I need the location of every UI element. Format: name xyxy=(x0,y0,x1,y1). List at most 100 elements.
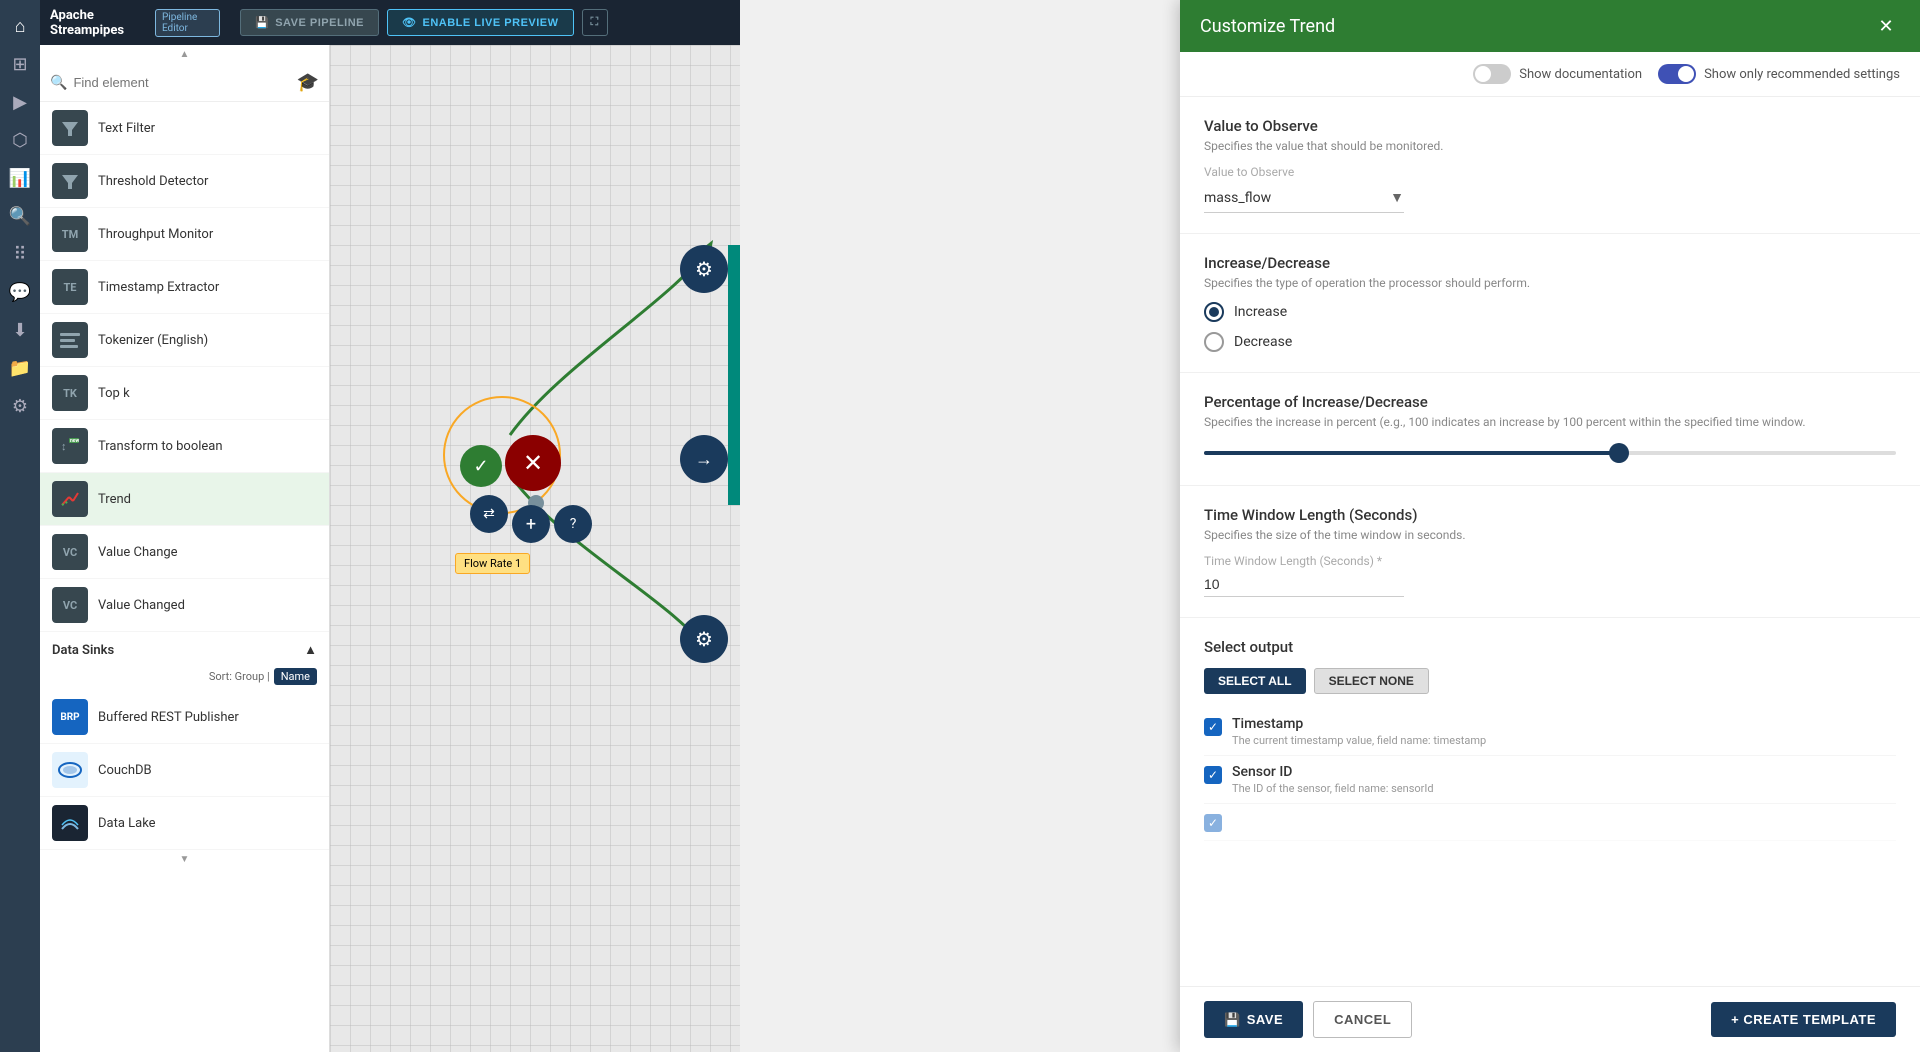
increase-decrease-section: Increase/Decrease Specifies the type of … xyxy=(1180,234,1920,373)
close-button[interactable]: ✕ xyxy=(1872,12,1900,40)
list-item[interactable]: TK Top k xyxy=(40,367,329,420)
radio-increase[interactable]: Increase xyxy=(1204,302,1896,322)
chevron-down-icon: ▼ xyxy=(1390,189,1404,206)
sidebar-icon-settings[interactable]: ⚙ xyxy=(2,388,38,424)
select-none-button[interactable]: SELECT NONE xyxy=(1314,668,1429,694)
sidebar-icon-folder[interactable]: 📁 xyxy=(2,350,38,386)
logo-area: Apache Streampipes Pipeline Editor xyxy=(40,0,230,45)
arrow-node-mid[interactable]: → xyxy=(680,435,728,483)
gear-node-bottom[interactable]: ⚙ xyxy=(680,615,728,663)
buffered-rest-label: Buffered REST Publisher xyxy=(98,710,239,725)
time-window-title: Time Window Length (Seconds) xyxy=(1204,506,1896,524)
output-item-partial: ✓ xyxy=(1204,804,1896,841)
data-lake-label: Data Lake xyxy=(98,816,156,831)
gear-node-top[interactable]: ⚙ xyxy=(680,245,728,293)
collapse-icon[interactable]: ▲ xyxy=(304,642,317,658)
sidebar-icon-message[interactable]: 💬 xyxy=(2,274,38,310)
partial-checkbox[interactable]: ✓ xyxy=(1204,814,1222,832)
svg-text:new: new xyxy=(70,438,80,444)
output-item-timestamp: ✓ Timestamp The current timestamp value,… xyxy=(1204,708,1896,756)
list-item[interactable]: TE Timestamp Extractor xyxy=(40,261,329,314)
sensorid-desc: The ID of the sensor, field name: sensor… xyxy=(1232,782,1896,795)
text-filter-icon xyxy=(52,110,88,146)
panel-header: Customize Trend ✕ xyxy=(1180,0,1920,52)
percentage-slider-container xyxy=(1204,441,1896,465)
processing-elements-list: Text Filter Threshold Detector TM Throug… xyxy=(40,102,329,632)
transform-icon: ↕new xyxy=(52,428,88,464)
node-label: Flow Rate 1 xyxy=(455,553,530,574)
list-item[interactable]: Text Filter xyxy=(40,102,329,155)
list-item[interactable]: Trend xyxy=(40,473,329,526)
sidebar-icon-chart[interactable]: 📊 xyxy=(2,160,38,196)
sidebar-icon-dots[interactable]: ⠿ xyxy=(2,236,38,272)
value-changed-label: Value Changed xyxy=(98,598,185,613)
slider-thumb[interactable] xyxy=(1609,443,1629,463)
cancel-button[interactable]: CANCEL xyxy=(1313,1001,1412,1038)
data-sinks-header: Data Sinks ▲ xyxy=(40,632,329,664)
topk-icon: TK xyxy=(52,375,88,411)
text-filter-label: Text Filter xyxy=(98,121,155,136)
timestamp-checkbox[interactable]: ✓ xyxy=(1204,718,1222,736)
student-icon: 🎓 xyxy=(297,72,319,93)
save-pipeline-button[interactable]: 💾 SAVE PIPELINE xyxy=(240,9,379,36)
search-input[interactable] xyxy=(73,75,290,90)
increase-label: Increase xyxy=(1234,304,1287,320)
action-node-left[interactable]: ⇄ xyxy=(470,495,508,533)
sensorid-checkbox[interactable]: ✓ xyxy=(1204,766,1222,784)
trend-icon xyxy=(52,481,88,517)
list-item[interactable]: VC Value Change xyxy=(40,526,329,579)
save-button[interactable]: 💾 SAVE xyxy=(1204,1001,1303,1038)
list-item[interactable]: Data Lake xyxy=(40,797,329,850)
sidebar-icon-search[interactable]: 🔍 xyxy=(2,198,38,234)
customize-trend-panel: Customize Trend ✕ Show documentation Sho… xyxy=(1180,0,1920,1052)
sidebar-icon-download[interactable]: ⬇ xyxy=(2,312,38,348)
sidebar-icon-grid[interactable]: ⊞ xyxy=(2,46,38,82)
list-item[interactable]: ↕new Transform to boolean xyxy=(40,420,329,473)
time-window-input[interactable] xyxy=(1204,572,1404,597)
create-template-button[interactable]: + CREATE TEMPLATE xyxy=(1711,1002,1896,1037)
timestamp-name: Timestamp xyxy=(1232,716,1896,732)
select-output-title: Select output xyxy=(1204,638,1896,656)
percentage-section: Percentage of Increase/Decrease Specifie… xyxy=(1180,373,1920,486)
list-item[interactable]: CouchDB xyxy=(40,744,329,797)
show-documentation-toggle[interactable] xyxy=(1473,64,1511,84)
enable-live-preview-button[interactable]: 👁 ENABLE LIVE PREVIEW xyxy=(387,9,574,36)
check-node[interactable]: ✓ xyxy=(460,445,502,487)
radio-decrease[interactable]: Decrease xyxy=(1204,332,1896,352)
sort-bar: Sort: Group | Name xyxy=(40,664,329,691)
show-documentation-toggle-group: Show documentation xyxy=(1473,64,1642,84)
search-bar: 🔍 🎓 xyxy=(40,64,329,102)
list-item[interactable]: TM Throughput Monitor xyxy=(40,208,329,261)
action-node-question[interactable]: ? xyxy=(554,505,592,543)
trend-label: Trend xyxy=(98,492,131,507)
list-item[interactable]: Threshold Detector xyxy=(40,155,329,208)
expand-button[interactable]: ⛶ xyxy=(582,9,608,36)
show-recommended-label: Show only recommended settings xyxy=(1704,67,1900,82)
sensorid-name: Sensor ID xyxy=(1232,764,1896,780)
sort-name-active[interactable]: Name xyxy=(274,668,317,685)
timestamp-desc: The current timestamp value, field name:… xyxy=(1232,734,1896,747)
sidebar-icon-play[interactable]: ▶ xyxy=(2,84,38,120)
list-item[interactable]: VC Value Changed xyxy=(40,579,329,632)
select-btns: SELECT ALL SELECT NONE xyxy=(1204,668,1896,694)
select-all-button[interactable]: SELECT ALL xyxy=(1204,668,1306,694)
sidebar-icon-plugin[interactable]: ⬡ xyxy=(2,122,38,158)
canvas-area: ✓ ✕ ⇄ + ? Flow Rate 1 ⚙ → ⚙ xyxy=(330,45,740,1052)
main-node[interactable]: ✕ xyxy=(505,435,561,491)
action-node-plus[interactable]: + xyxy=(512,505,550,543)
value-changed-icon: VC xyxy=(52,587,88,623)
app-name: Apache Streampipes xyxy=(50,8,147,38)
sidebar-icon-home[interactable]: ⌂ xyxy=(2,8,38,44)
time-window-field-label: Time Window Length (Seconds) * xyxy=(1204,554,1896,568)
save-icon: 💾 xyxy=(255,16,269,29)
scroll-down[interactable]: ▼ xyxy=(40,850,329,869)
value-to-observe-field-label: Value to Observe xyxy=(1204,165,1896,179)
scroll-up[interactable]: ▲ xyxy=(40,45,329,64)
show-recommended-toggle[interactable] xyxy=(1658,64,1696,84)
value-to-observe-dropdown[interactable]: mass_flow ▼ xyxy=(1204,183,1404,213)
left-sidebar: ⌂ ⊞ ▶ ⬡ 📊 🔍 ⠿ 💬 ⬇ 📁 ⚙ xyxy=(0,0,40,1052)
svg-text:↕: ↕ xyxy=(61,440,67,453)
list-item[interactable]: Tokenizer (English) xyxy=(40,314,329,367)
list-item[interactable]: BRP Buffered REST Publisher xyxy=(40,691,329,744)
topk-label: Top k xyxy=(98,386,130,401)
